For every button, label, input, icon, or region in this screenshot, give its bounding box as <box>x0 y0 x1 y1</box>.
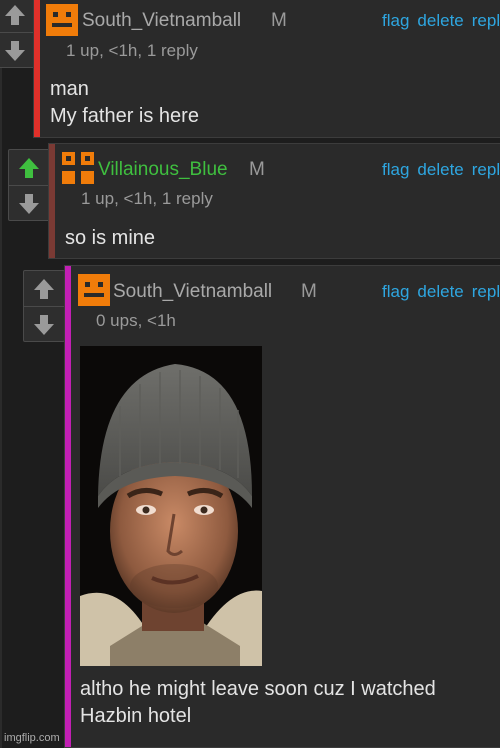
comment-actions: flag delete reply <box>382 282 500 302</box>
comment-body: man My father is here <box>50 76 199 130</box>
comment-accent-bar <box>65 266 71 747</box>
comment-body: so is mine <box>65 225 155 252</box>
down-arrow-icon <box>5 40 25 61</box>
flag-link[interactable]: flag <box>382 160 409 179</box>
comment-meta: 1 up, <1h, 1 reply <box>81 189 213 208</box>
down-arrow-icon <box>19 193 39 214</box>
avatar-icon <box>46 4 78 36</box>
comment-username[interactable]: Villainous_Blue <box>98 159 228 181</box>
mod-badge: M <box>249 159 265 180</box>
comment-image[interactable] <box>80 346 262 666</box>
comment-body-line: so is mine <box>65 227 156 249</box>
thread-line <box>0 0 2 748</box>
comment-username[interactable]: South_Vietnamball <box>113 281 272 303</box>
comment-body: altho he might leave soon cuz I watched … <box>80 676 436 730</box>
downvote-button[interactable] <box>24 307 64 342</box>
reply-link[interactable]: reply <box>472 11 500 30</box>
comment-actions: flag delete reply <box>382 11 500 31</box>
vote-box <box>0 0 36 68</box>
comment-body-line: man <box>50 78 89 100</box>
upvote-button[interactable] <box>24 271 64 307</box>
comment-actions: flag delete reply <box>382 160 500 180</box>
comment-accent-bar <box>49 144 55 258</box>
upvote-button[interactable] <box>9 150 49 186</box>
comment-body-line: Hazbin hotel <box>80 705 192 727</box>
comment-meta: 1 up, <1h, 1 reply <box>66 41 198 60</box>
reply-link[interactable]: reply <box>472 282 500 301</box>
down-arrow-icon <box>34 314 54 335</box>
watermark: imgflip.com <box>4 732 60 744</box>
portrait-image <box>80 346 262 666</box>
up-arrow-icon <box>5 4 25 25</box>
mod-badge: M <box>271 10 287 31</box>
downvote-button[interactable] <box>9 186 49 221</box>
delete-link[interactable]: delete <box>417 160 463 179</box>
comment-accent-bar <box>34 0 40 137</box>
flag-link[interactable]: flag <box>382 282 409 301</box>
avatar-icon <box>78 274 110 306</box>
vote-box <box>8 149 50 221</box>
comment-username[interactable]: South_Vietnamball <box>82 10 241 32</box>
comment-body-line: altho he might leave soon cuz I watched <box>80 678 436 700</box>
up-arrow-icon <box>19 157 39 178</box>
downvote-button[interactable] <box>0 33 35 68</box>
mod-badge: M <box>301 281 317 302</box>
vote-box <box>23 270 65 342</box>
reply-link[interactable]: reply <box>472 160 500 179</box>
up-arrow-icon <box>34 278 54 299</box>
comment-body-line: My father is here <box>50 105 199 127</box>
flag-link[interactable]: flag <box>382 11 409 30</box>
comment-meta: 0 ups, <1h <box>96 311 176 330</box>
avatar-icon <box>62 152 94 184</box>
upvote-button[interactable] <box>0 0 35 33</box>
delete-link[interactable]: delete <box>417 282 463 301</box>
delete-link[interactable]: delete <box>417 11 463 30</box>
